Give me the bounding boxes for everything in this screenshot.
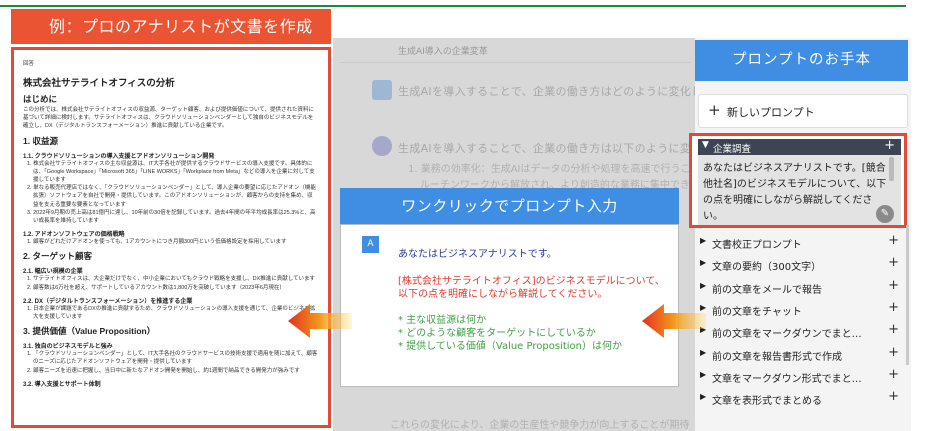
add-icon[interactable]: + — [888, 389, 899, 404]
prompt-list-label: 前の文章を報告書形式で作成 — [712, 351, 842, 363]
prompt-list-label: 文章を表形式でまとめる — [712, 396, 822, 408]
add-icon[interactable]: + — [888, 322, 899, 337]
doc-list-text: 顧客数は6万社を超え、サポートしているアカウント数は1,800万を突破しています… — [33, 284, 285, 291]
arrow-left-icon — [642, 304, 706, 338]
prompt-intro: あなたはビジネスアナリストです。 — [398, 249, 557, 260]
doc-subsection-heading: 1.1. クラウドソリューションの導入支援とアドオンソリューション開発 — [23, 153, 215, 160]
add-icon[interactable]: + — [888, 255, 899, 270]
divider — [340, 62, 690, 63]
prompt-list-item[interactable]: ▶ 文章の要約（300文字） + — [698, 255, 903, 275]
document-panel: 回答 株式会社サテライトオフィスの分析 はじめに この分析では、株式会社サテライ… — [11, 47, 331, 428]
screenshot-root: 生成AI導入の企業変革 生成AIを導入することで、企業の働き方はどのように変化し… — [0, 0, 940, 431]
chat-message-ai-item: 1. 業務の効率化：生成AIはデータの分析や処理を高速で行うことができ — [408, 164, 731, 175]
ai-avatar-icon — [372, 136, 392, 156]
doc-subsection-heading: 2.2. DX（デジタルトランスフォーメーション）を推進する企業 — [23, 298, 193, 305]
prompt-list-item[interactable]: ▶ 前の文章をチャット + — [698, 300, 903, 320]
doc-list-text: 日本企業が課題であるDXの推進に貢献するため、クラウドソリューションの導入支援を… — [33, 305, 316, 321]
doc-section-heading: 3. 提供価値（Value Proposition） — [23, 326, 156, 337]
top-green-line — [0, 5, 906, 7]
chat-footer-text: これらの変化により、企業の生産性や競争力が向上することが期待できます。 — [390, 420, 690, 431]
prompt-list-label: 文書校正プロンプト — [712, 240, 802, 251]
doc-list-text: 顧客ニーズを迅速に把握し、当日中に新たなアドオン開発を開始し、約1週間で納品でき… — [33, 367, 300, 374]
prompt-request-line: 以下の点を明確にしながら解説してください。 — [398, 289, 608, 300]
chevron-right-icon: ▶ — [700, 280, 707, 290]
selected-prompt-label: 企業調査 — [713, 144, 752, 155]
prompt-text-scrollbar[interactable] — [889, 157, 894, 181]
prompt-list-label: 文章をマークダウン形式でまと… — [712, 373, 862, 385]
prompt-panel-title: プロンプトのお手本 — [695, 40, 908, 81]
prompt-list-label: 前の文章をチャット — [712, 306, 802, 318]
prompt-list-scrollbar[interactable] — [906, 225, 909, 365]
prompt-list-label: 前の文章をメールで報告 — [712, 284, 822, 296]
add-icon[interactable]: + — [888, 300, 899, 315]
doc-list-item: 1. 顧客がどれだけアドオンを使っても、1アカウントにつき月額300円という低価… — [23, 238, 318, 246]
doc-list-item: 1. 「クラウドソリューションベンダー」として、IT大手各社のクラウドサービスの… — [23, 350, 318, 366]
prompt-list-item[interactable]: ▶ 前の文章をメールで報告 + — [698, 278, 903, 298]
prompt-list-label: 文章の要約（300文字） — [712, 262, 822, 274]
selected-prompt-text[interactable]: あなたはビジネスアナリストです。[競合他社名]のビジネスモデルについて、以下の点… — [698, 155, 901, 225]
doc-list-text: 「クラウドソリューションベンダー」として、IT大手各社のクラウドサービスの技術支… — [33, 351, 318, 366]
plus-icon: + — [708, 101, 721, 119]
doc-list-item: 1. 日本企業が課題であるDXの推進に貢献するため、クラウドソリューションの導入… — [23, 305, 318, 321]
doc-list-item: 3. 2022年9月期の売上高は81億円に達し、10年前の30倍を記録しています… — [23, 209, 318, 225]
selected-prompt-header[interactable]: ▼ 企業調査 + — [698, 138, 901, 155]
prompt-list-label: 前の文章をマークダウンでまと… — [712, 329, 862, 341]
prompt-list-item[interactable]: ▶ 文章をマークダウン形式でまと… + — [698, 367, 903, 387]
doc-label: 回答 — [23, 61, 35, 67]
doc-list: 1. サテライトオフィスは、大企業だけでなく、中小企業においてもクラウド戦略を支… — [23, 275, 318, 291]
chevron-right-icon: ▶ — [700, 347, 707, 357]
doc-list-item: 2. 顧客数は6万社を超え、サポートしているアカウント数は1,800万を突破して… — [23, 284, 318, 292]
add-icon[interactable]: + — [888, 278, 899, 293]
chevron-right-icon: ▶ — [700, 369, 707, 379]
arrow-left-icon — [288, 304, 352, 338]
add-icon[interactable]: + — [888, 233, 899, 248]
chevron-right-icon: ▶ — [700, 236, 707, 245]
doc-list-text: サテライトオフィスは、大企業だけでなく、中小企業においてもクラウド戦略を支援し、… — [33, 276, 316, 283]
doc-list-item: 1. 株式会社サテライトオフィスの主な収益源は、IT大手各社が提供するクラウドサ… — [23, 160, 318, 185]
doc-list: 1. 株式会社サテライトオフィスの主な収益源は、IT大手各社が提供するクラウドサ… — [23, 160, 318, 226]
prompt-list-item[interactable]: ▶ 前の文章をマークダウンでまと… + — [698, 322, 903, 342]
doc-list: 1. 顧客がどれだけアドオンを使っても、1アカウントにつき月額300円という低価… — [23, 238, 318, 246]
doc-section-heading: 2. ターゲット顧客 — [23, 251, 92, 262]
doc-banner: 例：プロのアナリストが文書を作成 — [11, 9, 331, 44]
doc-list: 1. 「クラウドソリューションベンダー」として、IT大手各社のクラウドサービスの… — [23, 350, 318, 375]
new-prompt-button[interactable]: + 新しいプロンプト — [698, 94, 908, 128]
prompt-point: * 提供している価値（Value Proposition）は何か — [398, 341, 622, 352]
doc-list: 1. 日本企業が課題であるDXの推進に貢献するため、クラウドソリューションの導入… — [23, 305, 318, 321]
chevron-right-icon: ▶ — [700, 258, 707, 268]
doc-subsection-heading: 3.2. 導入支援とサポート体制 — [23, 381, 101, 388]
chat-title: 生成AI導入の企業変革 — [398, 47, 488, 57]
user-avatar-icon: A — [362, 236, 379, 253]
new-prompt-label: 新しいプロンプト — [727, 106, 815, 119]
popup-title: ワンクリックでプロンプト入力 — [340, 188, 679, 224]
prompt-list-item[interactable]: ▶ 文書校正プロンプト + — [698, 233, 903, 253]
doc-list-item: 1. サテライトオフィスは、大企業だけでなく、中小企業においてもクラウド戦略を支… — [23, 275, 318, 283]
add-icon[interactable]: + — [888, 345, 899, 360]
doc-title: 株式会社サテライトオフィスの分析 — [23, 78, 175, 89]
user-avatar-icon — [372, 80, 392, 100]
doc-subsection-heading: 1.2. アドオンソフトウェアの価格戦略 — [23, 232, 125, 239]
chevron-right-icon: ▶ — [700, 392, 707, 402]
doc-list-item: 2. 顧客ニーズを迅速に把握し、当日中に新たなアドオン開発を開始し、約1週間で納… — [23, 367, 318, 375]
doc-list-text: 株式会社サテライトオフィスの主な収益源は、IT大手各社が提供するクラウドサービス… — [33, 160, 315, 184]
doc-list-item: 2. 単なる販売代理店ではなく、「クラウドソリューションベンダー」として、導入企… — [23, 184, 318, 209]
doc-intro-text: この分析では、株式会社サテライトオフィスの収益源、ターゲット顧客、および提供価値… — [23, 107, 314, 130]
add-icon[interactable]: + — [884, 138, 895, 153]
doc-subsection-heading: 2.1. 幅広い規模の企業 — [23, 269, 83, 276]
doc-list-text: 顧客がどれだけアドオンを使っても、1アカウントにつき月額300円という低価格設定… — [33, 239, 287, 246]
doc-intro-heading: はじめに — [23, 94, 58, 104]
chevron-down-icon: ▼ — [702, 140, 709, 150]
doc-list-text: 2022年9月期の売上高は81億円に達し、10年前の30倍を記録しています。過去… — [33, 209, 316, 225]
doc-list-text: 単なる販売代理店ではなく、「クラウドソリューションベンダー」として、導入企業の要… — [33, 185, 316, 208]
edit-pencil-icon[interactable]: ✎ — [876, 205, 894, 223]
add-icon[interactable]: + — [888, 367, 899, 382]
prompt-list-item[interactable]: ▶ 前の文章を報告書形式で作成 + — [698, 345, 903, 365]
doc-subsection-heading: 3.1. 独自のビジネスモデルと強み — [23, 344, 113, 351]
prompt-list-item[interactable]: ▶ 文章を表形式でまとめる + — [698, 389, 903, 409]
doc-section-heading: 1. 収益源 — [23, 135, 58, 146]
